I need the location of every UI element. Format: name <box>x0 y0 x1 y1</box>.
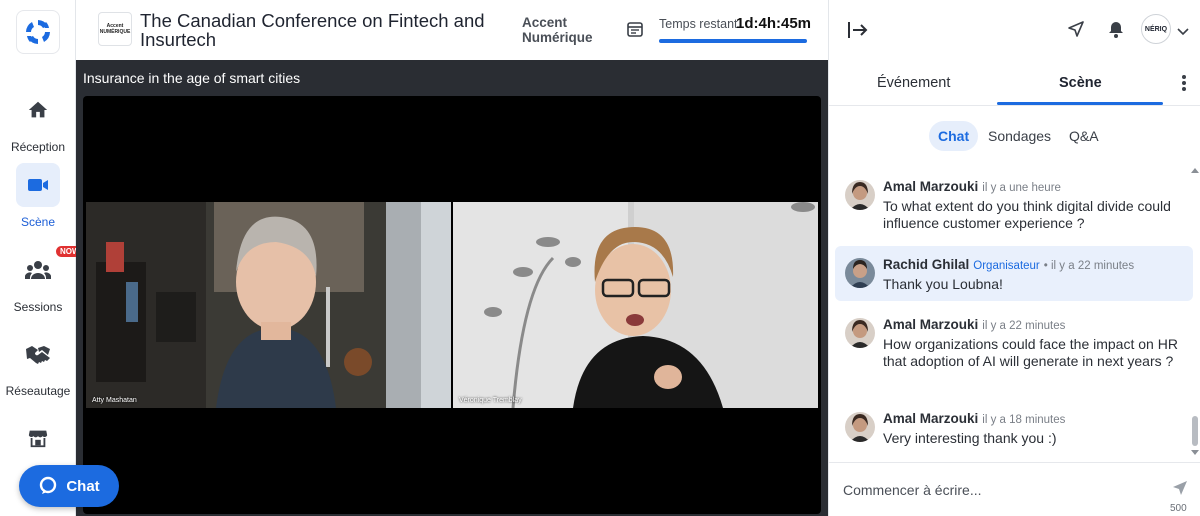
message-author: Amal Marzouki <box>883 411 979 426</box>
people-icon: NOW <box>16 246 84 292</box>
character-count: 500 <box>1170 503 1187 514</box>
participant-name-1: Atty Mashatan <box>92 397 137 404</box>
header: Accent NUMÉRIQUE The Canadian Conference… <box>76 0 828 60</box>
tab-evenement[interactable]: Événement <box>877 75 950 91</box>
left-nav: Réception Scène NOW Sessions Réseautage <box>0 0 84 516</box>
nav-sessions[interactable]: NOW Sessions <box>0 246 84 314</box>
message-author: Rachid Ghilal <box>883 257 970 272</box>
video-tile-2[interactable]: Véronique Tremblay <box>453 202 818 408</box>
app: Réception Scène NOW Sessions Réseautage <box>0 0 1200 516</box>
collapse-panel-icon[interactable] <box>847 20 869 45</box>
subtab-sondages[interactable]: Sondages <box>979 121 1060 151</box>
chat-message-input[interactable] <box>843 477 1143 503</box>
message-time: • il y a 22 minutes <box>1043 260 1135 272</box>
participant-name-2: Véronique Tremblay <box>459 397 522 404</box>
nav-sessions-label: Sessions <box>13 300 63 314</box>
subtab-qa[interactable]: Q&A <box>1060 121 1108 151</box>
stage: Insurance in the age of smart cities Att… <box>76 60 828 516</box>
video-area[interactable]: Atty Mashatan Véronique Tremblay <box>83 96 821 514</box>
nav-scene[interactable]: Scène <box>0 163 76 229</box>
chevron-down-icon[interactable] <box>1177 24 1189 42</box>
panel-subtabs: Chat Sondages Q&A <box>829 118 1200 152</box>
video-camera-icon <box>16 163 60 207</box>
nav-networking-label: Réseautage <box>5 384 71 398</box>
active-tab-indicator <box>997 102 1163 105</box>
logo-icon <box>26 20 50 44</box>
message-text: To what extent do you think digital divi… <box>883 198 1171 231</box>
scroll-thumb[interactable] <box>1192 416 1198 446</box>
nav-networking[interactable]: Réseautage <box>0 332 76 398</box>
nav-scene-label: Scène <box>20 215 56 229</box>
right-panel: NÉRIQ Événement Scène Chat Sondages Q&A <box>828 0 1200 516</box>
store-icon <box>16 416 60 460</box>
chat-scrollbar[interactable] <box>1191 168 1199 458</box>
avatar <box>845 318 875 348</box>
handshake-icon <box>16 332 60 376</box>
send-icon[interactable] <box>1171 479 1189 502</box>
participant-video-2 <box>453 202 818 408</box>
time-remaining-value: 1d:4h:45m <box>736 15 812 32</box>
video-tile-1[interactable]: Atty Mashatan <box>86 202 451 408</box>
paper-plane-icon[interactable] <box>1067 20 1085 43</box>
organizer-name[interactable]: Accent Numérique <box>522 15 612 45</box>
subtab-chat[interactable]: Chat <box>929 121 979 151</box>
bell-icon[interactable] <box>1107 20 1125 43</box>
session-title: Insurance in the age of smart cities <box>83 70 301 86</box>
nav-store[interactable] <box>0 416 76 468</box>
message-time: il y a une heure <box>982 182 1061 194</box>
chat-message: Rachid Ghilal Organisateur • il y a 22 min… <box>835 246 1193 301</box>
message-text: How organizations could face the impact … <box>883 336 1178 369</box>
time-progress-fill <box>659 39 807 43</box>
message-author: Amal Marzouki <box>883 179 979 194</box>
panel-tabs: Événement Scène <box>829 62 1200 106</box>
chat-messages[interactable]: Amal Marzouki il y a une heure To what ex… <box>835 168 1193 460</box>
message-author: Amal Marzouki <box>883 317 979 332</box>
nav-reception-label: Réception <box>10 140 66 154</box>
avatar <box>845 412 875 442</box>
tab-scene[interactable]: Scène <box>1059 75 1102 91</box>
chat-bubble-icon <box>40 476 57 494</box>
message-text: Very interesting thank you :) <box>883 430 1057 446</box>
time-progress-bar <box>659 39 807 43</box>
calendar-icon[interactable] <box>626 20 644 43</box>
message-time: il y a 18 minutes <box>982 414 1066 426</box>
nav-reception[interactable]: Réception <box>0 88 76 154</box>
chat-button[interactable]: Chat <box>19 465 119 507</box>
scroll-down-arrow[interactable] <box>1191 450 1199 455</box>
more-options-icon[interactable] <box>1181 74 1187 97</box>
user-avatar[interactable]: NÉRIQ <box>1141 14 1171 44</box>
chat-button-label: Chat <box>66 477 100 495</box>
chat-composer: 500 <box>829 462 1200 516</box>
chat-message: Amal Marzouki il y a 22 minutes How organ… <box>835 306 1193 378</box>
home-icon <box>16 88 60 132</box>
message-text: Thank you Loubna! <box>883 276 1003 292</box>
chat-message: Amal Marzouki il y a une heure To what ex… <box>835 168 1193 240</box>
app-logo[interactable] <box>16 10 60 54</box>
avatar <box>845 258 875 288</box>
time-remaining-label: Temps restant <box>659 17 738 31</box>
avatar <box>845 180 875 210</box>
organizer-badge: Organisateur <box>973 260 1040 272</box>
event-title: The Canadian Conference on Fintech and I… <box>140 10 485 50</box>
panel-topbar: NÉRIQ <box>829 0 1200 60</box>
scroll-up-arrow[interactable] <box>1191 168 1199 173</box>
event-logo: Accent NUMÉRIQUE <box>98 12 132 46</box>
chat-message: Amal Marzouki il y a 18 minutes Very inte… <box>835 400 1193 455</box>
participant-video-1 <box>86 202 451 408</box>
message-time: il y a 22 minutes <box>982 320 1066 332</box>
